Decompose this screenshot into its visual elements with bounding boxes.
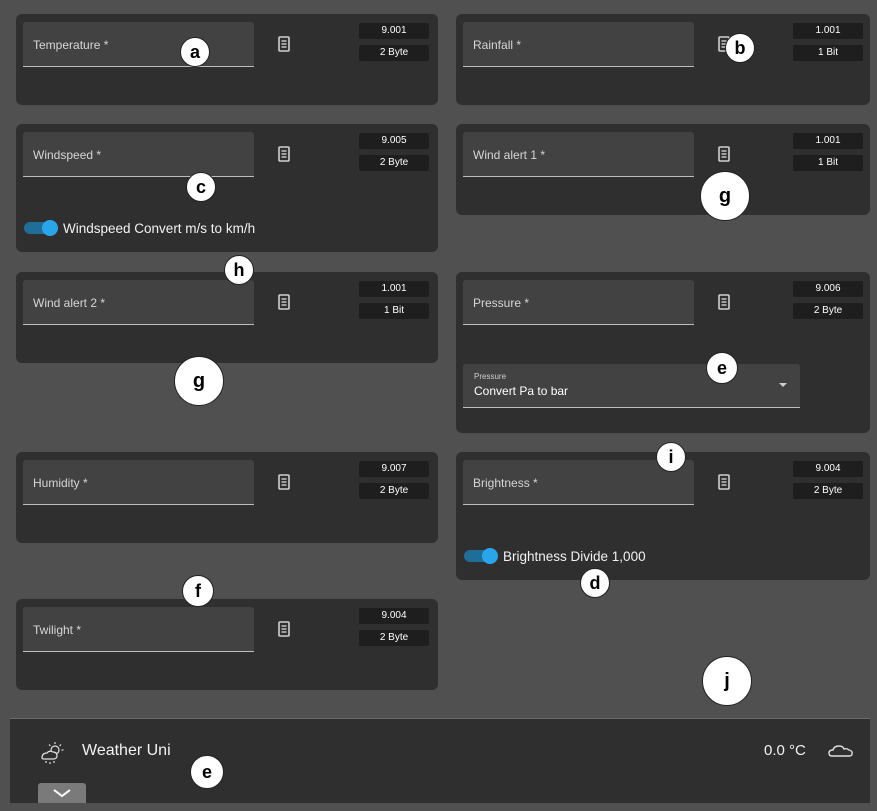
brightness-divide-toggle[interactable] — [464, 548, 500, 564]
pressure-card: Pressure * 9.006 2 Byte Pressure Convert… — [456, 272, 870, 433]
data-size-badge: 2 Byte — [359, 45, 429, 61]
rainfall-label: Rainfall * — [473, 38, 522, 52]
windspeed-convert-label: Windspeed Convert m/s to km/h — [63, 221, 256, 236]
pressure-conversion-select[interactable]: Pressure Convert Pa to bar — [463, 364, 800, 408]
marker-d: d — [580, 568, 610, 598]
twilight-label: Twilight * — [33, 623, 82, 637]
humidity-label: Humidity * — [33, 476, 88, 490]
sun-cloud-icon — [41, 742, 64, 764]
data-size-badge: 1 Bit — [793, 155, 863, 171]
marker-a: a — [180, 37, 210, 67]
chevron-down-icon — [53, 789, 71, 798]
humidity-card: Humidity * 9.007 2 Byte — [16, 452, 438, 543]
data-size-badge: 2 Byte — [793, 483, 863, 499]
data-size-badge: 1 Bit — [793, 45, 863, 61]
marker-g: g — [174, 356, 224, 406]
wind-alert-1-field[interactable]: Wind alert 1 * — [463, 132, 694, 177]
expand-button[interactable] — [38, 783, 86, 803]
marker-f: f — [182, 575, 214, 607]
marker-j: j — [702, 656, 752, 706]
copy-icon[interactable] — [276, 36, 292, 54]
temperature-field[interactable]: Temperature * — [23, 22, 254, 67]
brightness-card: Brightness * 9.004 2 Byte Brightness Div… — [456, 452, 870, 580]
data-size-badge: 2 Byte — [359, 155, 429, 171]
data-size-badge: 2 Byte — [793, 303, 863, 319]
twilight-field[interactable]: Twilight * — [23, 607, 254, 652]
windspeed-card: Windspeed * 9.005 2 Byte Windspeed Conve… — [16, 124, 438, 252]
dpt-code-badge: 9.006 — [793, 281, 863, 297]
copy-icon[interactable] — [716, 294, 732, 312]
temperature-readout: 0.0 °C — [764, 742, 806, 759]
rainfall-card: Rainfall * 1.001 1 Bit — [456, 14, 870, 105]
marker-g: g — [700, 171, 750, 221]
copy-icon[interactable] — [276, 474, 292, 492]
windspeed-field[interactable]: Windspeed * — [23, 132, 254, 177]
copy-icon[interactable] — [716, 146, 732, 164]
marker-b: b — [725, 33, 755, 63]
device-bar: Weather Uni 0.0 °C — [10, 718, 870, 803]
temperature-card: Temperature * 9.001 2 Byte — [16, 14, 438, 105]
rainfall-field[interactable]: Rainfall * — [463, 22, 694, 67]
marker-e: e — [190, 755, 224, 789]
wind-alert-1-label: Wind alert 1 * — [473, 148, 546, 162]
dpt-code-badge: 9.004 — [359, 608, 429, 624]
wind-alert-1-card: Wind alert 1 * 1.001 1 Bit — [456, 124, 870, 215]
twilight-card: Twilight * 9.004 2 Byte — [16, 599, 438, 690]
data-size-badge: 2 Byte — [359, 483, 429, 499]
marker-e: e — [706, 352, 738, 384]
windspeed-convert-toggle[interactable] — [24, 220, 60, 236]
marker-c: c — [186, 172, 216, 202]
data-size-badge: 2 Byte — [359, 630, 429, 646]
copy-icon[interactable] — [716, 474, 732, 492]
dropdown-arrow-icon[interactable] — [778, 382, 788, 388]
dpt-code-badge: 1.001 — [793, 23, 863, 39]
marker-i: i — [656, 442, 686, 472]
brightness-divide-label: Brightness Divide 1,000 — [503, 549, 646, 564]
device-title: Weather Uni — [82, 742, 171, 759]
select-value: Convert Pa to bar — [474, 384, 569, 398]
wind-alert-2-field[interactable]: Wind alert 2 * — [23, 280, 254, 325]
windspeed-label: Windspeed * — [33, 148, 102, 162]
dpt-code-badge: 1.001 — [359, 281, 429, 297]
select-caption: Pressure — [474, 372, 507, 381]
data-size-badge: 1 Bit — [359, 303, 429, 319]
wind-alert-2-label: Wind alert 2 * — [33, 296, 106, 310]
dpt-code-badge: 9.005 — [359, 133, 429, 149]
brightness-label: Brightness * — [473, 476, 538, 490]
dpt-code-badge: 9.004 — [793, 461, 863, 477]
copy-icon[interactable] — [276, 294, 292, 312]
temperature-label: Temperature * — [33, 38, 109, 52]
dpt-code-badge: 9.001 — [359, 23, 429, 39]
pressure-label: Pressure * — [473, 296, 530, 310]
wind-alert-2-card: Wind alert 2 * 1.001 1 Bit — [16, 272, 438, 363]
marker-h: h — [224, 255, 254, 285]
copy-icon[interactable] — [276, 621, 292, 639]
pressure-field[interactable]: Pressure * — [463, 280, 694, 325]
copy-icon[interactable] — [276, 146, 292, 164]
dpt-code-badge: 1.001 — [793, 133, 863, 149]
dpt-code-badge: 9.007 — [359, 461, 429, 477]
humidity-field[interactable]: Humidity * — [23, 460, 254, 505]
cloud-icon — [828, 745, 853, 757]
